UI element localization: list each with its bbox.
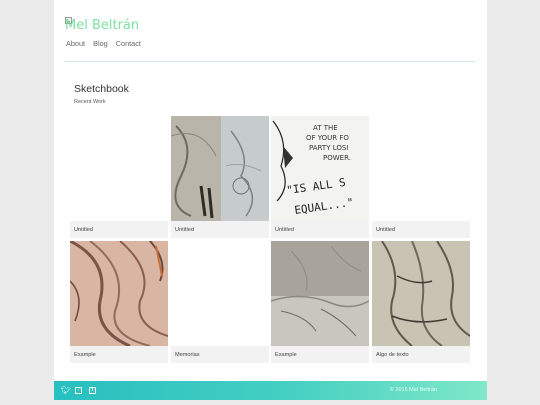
gallery-caption: Algo de texto (372, 346, 470, 363)
gallery-item[interactable]: Untitled (70, 116, 168, 238)
sketch-text: PARTY LOSI (309, 144, 348, 152)
sketch-text: OF YOUR FO (306, 134, 349, 142)
gallery-caption: Example (70, 346, 168, 363)
nav-item-contact[interactable]: Contact (116, 39, 141, 48)
gallery-item[interactable]: Untitled (372, 116, 470, 238)
gallery-item[interactable]: Untitled (171, 116, 269, 238)
gallery-caption: Untitled (372, 221, 470, 238)
gallery-thumbnail (271, 241, 369, 346)
gallery-thumbnail (171, 116, 269, 221)
gallery-item[interactable]: AT THE OF YOUR FO PARTY LOSI POWER. "IS … (271, 116, 369, 238)
nav-item-about[interactable]: About (66, 39, 85, 48)
gallery-item[interactable]: Example (271, 241, 369, 363)
site-title[interactable]: Mel Beltrán (65, 18, 139, 33)
main-nav: About Blog Contact (66, 39, 147, 48)
footer: 🐦︎ ◦ t © 2015 Mel Beltrán (54, 381, 487, 400)
gallery-caption: Memorias (171, 346, 269, 363)
tumblr-icon[interactable]: t (89, 387, 96, 394)
gallery-caption: Untitled (70, 221, 168, 238)
gallery-thumbnail (372, 116, 470, 221)
nav-item-blog[interactable]: Blog (93, 39, 108, 48)
gallery-thumbnail (372, 241, 470, 346)
copyright-text: © 2015 Mel Beltrán (389, 387, 437, 393)
sketch-image (70, 241, 168, 346)
gallery-thumbnail (171, 241, 269, 346)
instagram-icon[interactable]: ◦ (75, 387, 82, 394)
gallery-item[interactable]: Example (70, 241, 168, 363)
twitter-icon[interactable]: 🐦︎ (61, 387, 71, 395)
gallery-caption: Untitled (271, 221, 369, 238)
sketch-image (271, 241, 369, 346)
page-container: Mel Beltrán About Blog Contact Sketchboo… (54, 0, 487, 381)
section-title: Sketchbook (74, 83, 129, 95)
gallery-thumbnail: AT THE OF YOUR FO PARTY LOSI POWER. "IS … (271, 116, 369, 221)
sketch-text: AT THE (313, 124, 338, 132)
gallery-thumbnail (70, 116, 168, 221)
gallery-item[interactable]: Memorias (171, 241, 269, 363)
header-divider (65, 61, 475, 62)
gallery-caption: Example (271, 346, 369, 363)
sketch-image (171, 116, 269, 221)
sketch-image (372, 241, 470, 346)
gallery-item[interactable]: Algo de texto (372, 241, 470, 363)
section-subtitle: Recent Work (74, 99, 106, 105)
sketch-image: AT THE OF YOUR FO PARTY LOSI POWER. "IS … (271, 116, 369, 221)
sketch-text: POWER. (323, 154, 351, 162)
gallery-caption: Untitled (171, 221, 269, 238)
gallery-thumbnail (70, 241, 168, 346)
